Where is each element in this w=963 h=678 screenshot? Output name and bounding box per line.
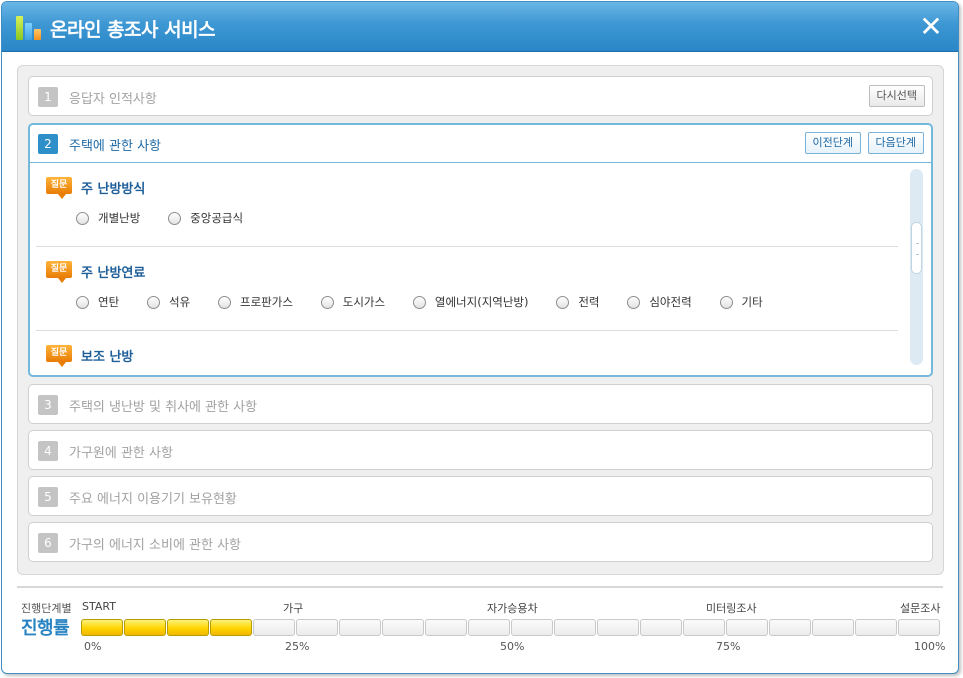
previous-step-button[interactable]: 이전단계: [804, 132, 861, 154]
option-city-gas[interactable]: 도시가스: [320, 294, 385, 310]
options-group: 연탄 석유 프로판가스 도시가스 열에너지(지역난방) 전력 심야전력 기타: [76, 294, 787, 310]
question-badge: 질문: [46, 261, 72, 283]
stage-label-survey: 설문조사: [900, 602, 941, 615]
scrollbar-thumb[interactable]: [911, 222, 922, 274]
section-title: 응답자 인적사항: [69, 92, 157, 107]
question-title: 보조 난방: [81, 350, 134, 365]
option-other[interactable]: 기타: [719, 294, 763, 310]
percent-label-75: 75%: [716, 640, 741, 653]
question-area: 질문 주 난방방식 개별난방 중앙공급식 질문 주 난방연료 연탄 석유 프로판…: [30, 163, 931, 375]
section-number: 4: [38, 441, 58, 461]
section-title: 주택에 관한 사항: [69, 139, 161, 154]
radio-button[interactable]: [76, 295, 89, 309]
stage-label-household: 가구: [283, 602, 304, 615]
option-central-supply[interactable]: 중앙공급식: [168, 210, 243, 226]
question-title: 주 난방연료: [81, 266, 146, 281]
radio-button[interactable]: [556, 295, 570, 309]
progress-segment: [812, 619, 854, 636]
radio-button[interactable]: [412, 295, 426, 309]
radio-button[interactable]: [320, 295, 334, 309]
percent-label-50: 50%: [500, 640, 525, 653]
percent-label-25: 25%: [285, 640, 310, 653]
progress-segment: [898, 619, 940, 636]
progress-segment: [597, 619, 639, 636]
question-badge: 질문: [46, 177, 72, 199]
radio-button[interactable]: [719, 295, 733, 309]
reselect-button[interactable]: 다시선택: [868, 85, 925, 107]
progress-segment: [296, 619, 338, 636]
progress-segment: [855, 619, 897, 636]
section-title: 주요 에너지 이용기기 보유현황: [69, 492, 237, 507]
section-4[interactable]: 4 가구원에 관한 사항: [28, 430, 933, 470]
progress-segment: [554, 619, 596, 636]
option-coal-briquette[interactable]: 연탄: [76, 294, 119, 310]
question-heating-method: 질문 주 난방방식 개별난방 중앙공급식: [36, 177, 898, 247]
radio-button[interactable]: [627, 295, 641, 309]
option-district-heating[interactable]: 열에너지(지역난방): [412, 294, 529, 310]
question-heating-fuel: 질문 주 난방연료 연탄 석유 프로판가스 도시가스 열에너지(지역난방) 전력…: [36, 261, 898, 331]
section-number: 6: [38, 533, 58, 553]
radio-button[interactable]: [168, 211, 182, 225]
section-3[interactable]: 3 주택의 냉난방 및 취사에 관한 사항: [28, 384, 933, 424]
section-5[interactable]: 5 주요 에너지 이용기기 보유현황: [28, 476, 933, 516]
title-bar: 온라인 총조사 서비스 ✕: [2, 2, 958, 52]
section-number: 1: [38, 87, 58, 107]
window-title: 온라인 총조사 서비스: [50, 19, 216, 41]
percent-label-100: 100%: [914, 640, 946, 653]
radio-button[interactable]: [76, 211, 89, 225]
stage-label-car: 자가승용차: [487, 602, 538, 615]
progress-segment: [769, 619, 811, 636]
progress-segment-done: [81, 619, 123, 636]
progress-segment: [253, 619, 295, 636]
progress-segment: [425, 619, 467, 636]
progress-segment-done: [124, 619, 166, 636]
progress-segment: [511, 619, 553, 636]
progress-segment: [382, 619, 424, 636]
next-step-button[interactable]: 다음단계: [867, 132, 924, 154]
section-2-active: 2 주택에 관한 사항 이전단계 다음단계 질문 주 난방방식 개별난방 중앙공…: [28, 123, 933, 377]
section-title: 가구의 에너지 소비에 관한 사항: [69, 538, 242, 553]
option-oil[interactable]: 석유: [147, 294, 190, 310]
options-group: 개별난방 중앙공급식: [76, 210, 267, 226]
section-number: 5: [38, 487, 58, 507]
section-1[interactable]: 1 응답자 인적사항 다시선택: [28, 76, 933, 116]
progress-segment-done: [210, 619, 252, 636]
percent-label-0: 0%: [84, 640, 102, 653]
progress-segment: [640, 619, 682, 636]
progress-panel: 진행단계별 진행률 START 가구 자가승용차 미터링조사 설문조사 0% 2…: [17, 586, 946, 668]
survey-content: 1 응답자 인적사항 다시선택 2 주택에 관한 사항 이전단계 다음단계 질문…: [17, 65, 944, 575]
question-badge: 질문: [46, 345, 72, 367]
section-title: 주택의 냉난방 및 취사에 관한 사항: [69, 400, 258, 415]
progress-segment: [726, 619, 768, 636]
option-propane-gas[interactable]: 프로판가스: [218, 294, 293, 310]
progress-segment-done: [167, 619, 209, 636]
radio-button[interactable]: [218, 295, 231, 309]
survey-window: 온라인 총조사 서비스 ✕ 1 응답자 인적사항 다시선택 2 주택에 관한 사…: [1, 1, 959, 674]
option-electricity[interactable]: 전력: [556, 294, 600, 310]
bar-chart-logo-icon: [16, 15, 42, 40]
progress-segment: [683, 619, 725, 636]
section-number: 2: [38, 134, 58, 154]
close-icon[interactable]: ✕: [918, 13, 944, 41]
radio-button[interactable]: [147, 295, 160, 309]
option-night-electricity[interactable]: 심야전력: [627, 294, 692, 310]
stage-label-start: START: [82, 600, 116, 613]
question-title: 주 난방방식: [81, 182, 146, 197]
progress-segment: [339, 619, 381, 636]
section-number: 3: [38, 395, 58, 415]
section-6[interactable]: 6 가구의 에너지 소비에 관한 사항: [28, 522, 933, 562]
progress-segment: [468, 619, 510, 636]
section-title: 가구원에 관한 사항: [69, 446, 173, 461]
option-individual-heating[interactable]: 개별난방: [76, 210, 140, 226]
question-auxiliary-heating: 질문 보조 난방: [36, 345, 898, 375]
progress-title: 진행률: [21, 618, 70, 639]
stage-label-metering: 미터링조사: [706, 602, 757, 615]
scrollbar-track[interactable]: [910, 169, 923, 365]
